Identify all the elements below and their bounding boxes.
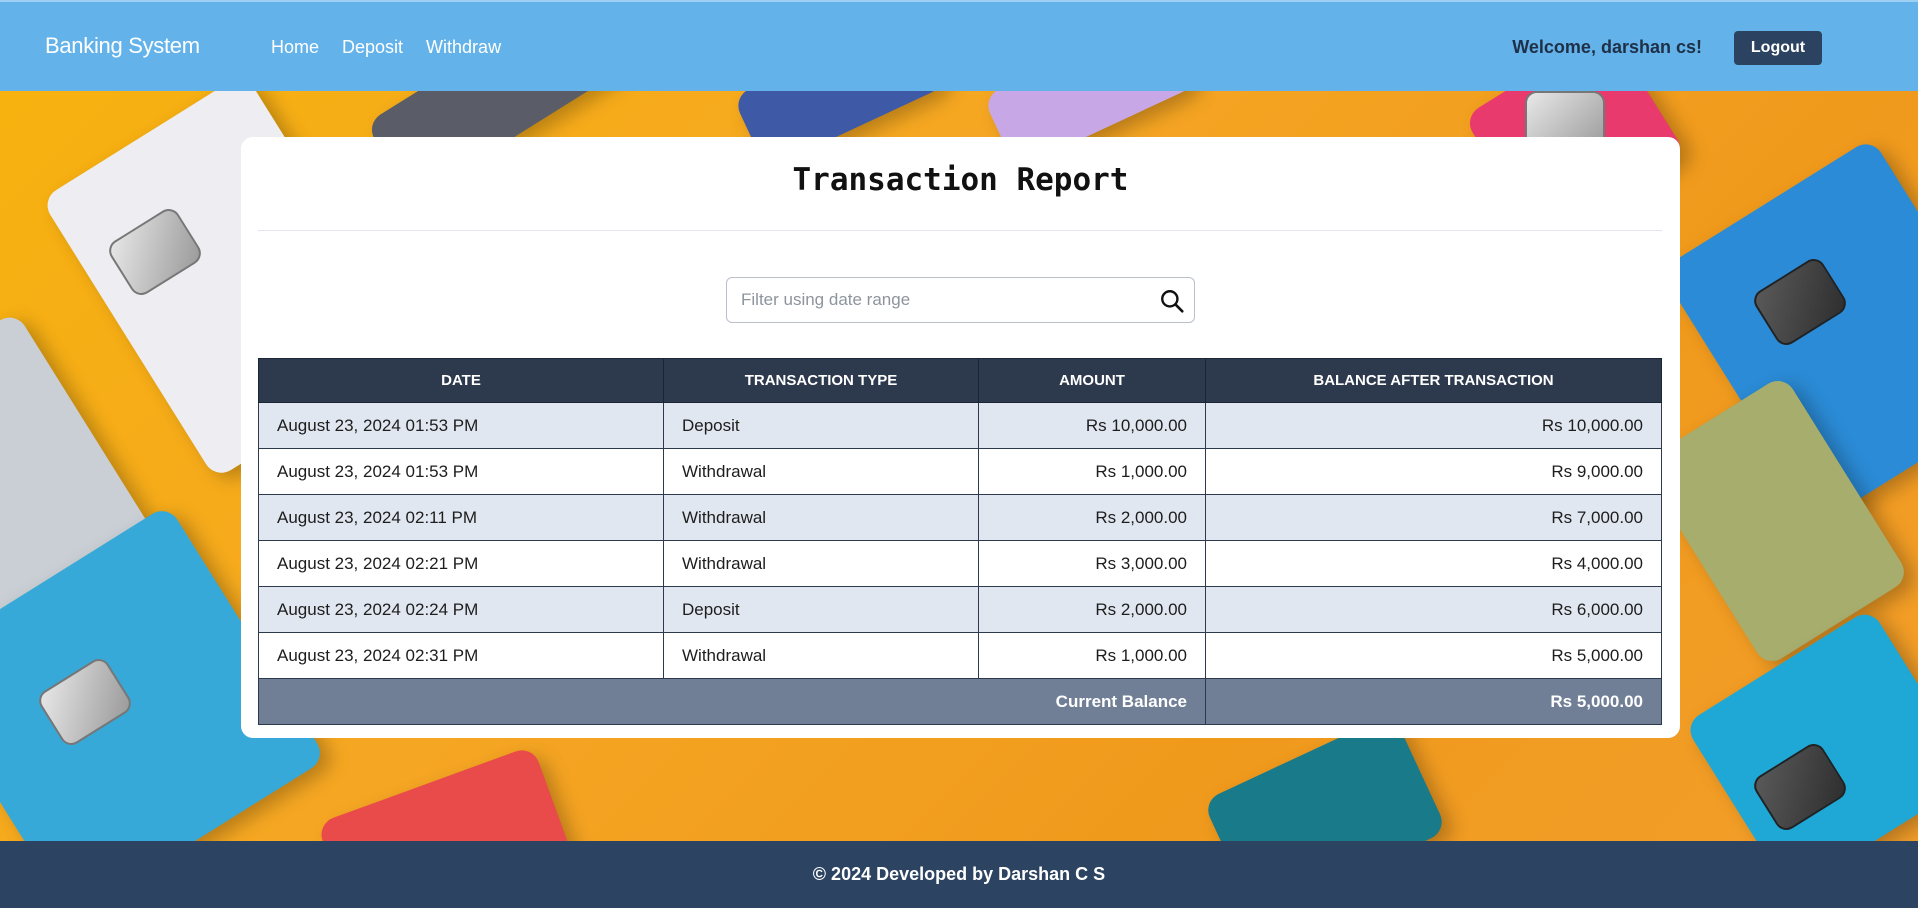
- current-balance-label: Current Balance: [258, 678, 1206, 725]
- table-header-row: DATE TRANSACTION TYPE AMOUNT BALANCE AFT…: [258, 358, 1662, 403]
- cell-amount: Rs 3,000.00: [978, 540, 1206, 587]
- report-panel: Transaction Report DATE TRANSACTION TYPE…: [241, 137, 1680, 738]
- column-header-type: TRANSACTION TYPE: [663, 358, 979, 403]
- navbar: Banking System Home Deposit Withdraw Wel…: [0, 0, 1918, 91]
- column-header-date: DATE: [258, 358, 664, 403]
- date-range-input[interactable]: [727, 278, 1147, 322]
- cell-balance: Rs 5,000.00: [1205, 632, 1662, 679]
- footer: © 2024 Developed by Darshan C S: [0, 841, 1918, 908]
- cell-amount: Rs 1,000.00: [978, 448, 1206, 495]
- cell-date: August 23, 2024 02:21 PM: [258, 540, 664, 587]
- cell-amount: Rs 2,000.00: [978, 494, 1206, 541]
- cell-balance: Rs 9,000.00: [1205, 448, 1662, 495]
- cell-type: Deposit: [663, 402, 979, 449]
- cell-type: Withdrawal: [663, 540, 979, 587]
- cell-date: August 23, 2024 01:53 PM: [258, 402, 664, 449]
- table-row: August 23, 2024 02:21 PM Withdrawal Rs 3…: [258, 540, 1662, 587]
- cell-amount: Rs 10,000.00: [978, 402, 1206, 449]
- cell-date: August 23, 2024 02:31 PM: [258, 632, 664, 679]
- cell-type: Withdrawal: [663, 494, 979, 541]
- cell-date: August 23, 2024 01:53 PM: [258, 448, 664, 495]
- logout-button[interactable]: Logout: [1734, 31, 1822, 65]
- cell-type: Withdrawal: [663, 448, 979, 495]
- nav-links: Home Deposit Withdraw: [271, 37, 501, 58]
- brand-title[interactable]: Banking System: [45, 33, 200, 59]
- current-balance-row: Current Balance Rs 5,000.00: [258, 678, 1662, 725]
- table-row: August 23, 2024 02:31 PM Withdrawal Rs 1…: [258, 632, 1662, 679]
- cell-type: Deposit: [663, 586, 979, 633]
- date-range-filter[interactable]: [726, 277, 1195, 323]
- bg-card: [316, 745, 574, 841]
- cell-date: August 23, 2024 02:24 PM: [258, 586, 664, 633]
- nav-link-home[interactable]: Home: [271, 37, 319, 58]
- nav-link-withdraw[interactable]: Withdraw: [426, 37, 501, 58]
- page-title: Transaction Report: [792, 162, 1129, 198]
- cell-balance: Rs 4,000.00: [1205, 540, 1662, 587]
- table-row: August 23, 2024 02:11 PM Withdrawal Rs 2…: [258, 494, 1662, 541]
- nav-link-deposit[interactable]: Deposit: [342, 37, 403, 58]
- welcome-message: Welcome, darshan cs!: [1512, 37, 1702, 57]
- table-row: August 23, 2024 02:24 PM Deposit Rs 2,00…: [258, 586, 1662, 633]
- column-header-balance: BALANCE AFTER TRANSACTION: [1205, 358, 1662, 403]
- cell-balance: Rs 6,000.00: [1205, 586, 1662, 633]
- cell-date: August 23, 2024 02:11 PM: [258, 494, 664, 541]
- cell-balance: Rs 10,000.00: [1205, 402, 1662, 449]
- cell-amount: Rs 2,000.00: [978, 586, 1206, 633]
- table-row: August 23, 2024 01:53 PM Withdrawal Rs 1…: [258, 448, 1662, 495]
- footer-text: © 2024 Developed by Darshan C S: [812, 864, 1106, 884]
- title-divider: [258, 230, 1662, 231]
- cell-amount: Rs 1,000.00: [978, 632, 1206, 679]
- column-header-amount: AMOUNT: [978, 358, 1206, 403]
- cell-type: Withdrawal: [663, 632, 979, 679]
- search-icon[interactable]: [1159, 288, 1185, 314]
- table-row: August 23, 2024 01:53 PM Deposit Rs 10,0…: [258, 402, 1662, 449]
- current-balance-value: Rs 5,000.00: [1205, 678, 1662, 725]
- cell-balance: Rs 7,000.00: [1205, 494, 1662, 541]
- transaction-table: DATE TRANSACTION TYPE AMOUNT BALANCE AFT…: [258, 358, 1662, 725]
